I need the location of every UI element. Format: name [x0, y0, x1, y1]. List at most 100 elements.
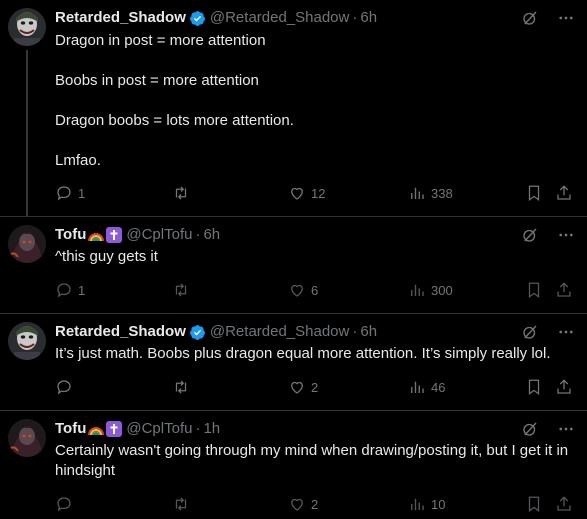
reply-button[interactable]: 1 [55, 183, 85, 203]
cross-emoji-icon [106, 227, 123, 243]
reply-icon [57, 283, 71, 298]
like-button[interactable]: 2 [288, 377, 318, 397]
repost-icon [175, 497, 187, 511]
verified-badge-icon [189, 324, 205, 340]
views-icon [411, 284, 424, 296]
reply-count: 1 [78, 282, 86, 298]
view-count: 46 [431, 379, 446, 395]
dark-character-avatar-image [8, 225, 46, 263]
views-button[interactable]: 46 [408, 377, 445, 397]
views-icon [411, 498, 424, 510]
post-header: Retarded_Shadow @Retarded_Shadow · 6h [55, 8, 575, 28]
repost-button[interactable] [172, 494, 190, 514]
grok-icon[interactable] [521, 9, 539, 27]
like-icon [291, 381, 303, 394]
bookmark-button[interactable] [525, 280, 543, 300]
separator-dot: · [352, 323, 358, 340]
share-button[interactable] [555, 494, 573, 514]
post-time[interactable]: 1h [203, 419, 220, 439]
verified-badge-icon [189, 10, 205, 26]
like-button[interactable]: 6 [288, 280, 318, 300]
grok-icon[interactable] [521, 323, 539, 341]
repost-icon [175, 186, 187, 200]
share-button[interactable] [555, 280, 573, 300]
bookmark-icon [528, 379, 540, 396]
author-name[interactable]: Tofu [55, 419, 86, 439]
post-time[interactable]: 6h [360, 322, 377, 342]
post-4[interactable]: Tofu @CplTofu · 1h Certainly wasn't goin… [0, 411, 587, 519]
bookmark-button[interactable] [525, 494, 543, 514]
cross-emoji-icon [106, 421, 123, 437]
more-options-icon[interactable] [557, 323, 575, 341]
post-text: It’s just math. Boobs plus dragon equal … [55, 345, 551, 362]
share-icon [557, 379, 571, 394]
more-options-icon[interactable] [557, 226, 575, 244]
like-button[interactable]: 12 [288, 183, 325, 203]
repost-button[interactable] [172, 183, 190, 203]
reply-button[interactable] [55, 494, 78, 514]
author-handle[interactable]: @Retarded_Shadow [210, 8, 349, 28]
post-actions: 2 46 [55, 377, 575, 397]
author-handle[interactable]: @CplTofu [126, 225, 192, 245]
like-button[interactable]: 2 [288, 494, 318, 514]
joker-avatar-image [8, 322, 46, 360]
bookmark-icon [528, 282, 540, 299]
views-icon [411, 381, 424, 393]
like-icon [291, 187, 303, 200]
views-button[interactable]: 10 [408, 494, 445, 514]
views-icon [411, 187, 424, 199]
repost-icon [175, 380, 187, 394]
post-text: ^this guy gets it [55, 248, 158, 265]
views-button[interactable]: 338 [408, 183, 453, 203]
post-header: Tofu @CplTofu · 6h [55, 225, 575, 245]
share-icon [557, 496, 571, 511]
rainbow-emoji-icon [88, 233, 105, 242]
post-text: Dragon in post = more attention Boobs in… [55, 32, 294, 169]
author-handle[interactable]: @CplTofu [126, 419, 192, 439]
bookmark-button[interactable] [525, 183, 543, 203]
view-count: 10 [431, 496, 446, 512]
post-time[interactable]: 6h [203, 225, 220, 245]
reply-button[interactable] [55, 377, 78, 397]
post-header: Retarded_Shadow @Retarded_Shadow · 6h [55, 322, 575, 342]
avatar[interactable] [8, 322, 46, 360]
author-name[interactable]: Tofu [55, 225, 86, 245]
avatar[interactable] [8, 419, 46, 457]
grok-icon[interactable] [521, 420, 539, 438]
separator-dot: · [195, 226, 201, 243]
author-name[interactable]: Retarded_Shadow [55, 322, 186, 342]
bookmark-button[interactable] [525, 377, 543, 397]
repost-button[interactable] [172, 280, 190, 300]
repost-button[interactable] [172, 377, 190, 397]
post-actions: 1 6 300 [55, 280, 575, 300]
post-actions: 2 10 [55, 494, 575, 514]
author-name[interactable]: Retarded_Shadow [55, 8, 186, 28]
post-2[interactable]: Tofu @CplTofu · 6h ^this guy gets it 1 6… [0, 217, 587, 314]
avatar[interactable] [8, 225, 46, 263]
more-options-icon[interactable] [557, 9, 575, 27]
views-button[interactable]: 300 [408, 280, 453, 300]
like-icon [291, 284, 303, 297]
post-3[interactable]: Retarded_Shadow @Retarded_Shadow · 6h It… [0, 314, 587, 411]
separator-dot: · [195, 420, 201, 437]
share-icon [557, 282, 571, 297]
share-button[interactable] [555, 377, 573, 397]
view-count: 300 [431, 282, 453, 298]
view-count: 338 [431, 185, 453, 201]
avatar[interactable] [8, 8, 46, 46]
like-count: 12 [311, 185, 326, 201]
post-1[interactable]: Retarded_Shadow @Retarded_Shadow · 6h Dr… [0, 0, 587, 217]
bookmark-icon [528, 496, 540, 513]
like-count: 2 [311, 496, 319, 512]
reply-button[interactable]: 1 [55, 280, 85, 300]
grok-icon[interactable] [521, 226, 539, 244]
author-handle[interactable]: @Retarded_Shadow [210, 322, 349, 342]
reply-count: 1 [78, 185, 86, 201]
like-count: 2 [311, 379, 319, 395]
repost-icon [175, 283, 187, 297]
more-options-icon[interactable] [557, 420, 575, 438]
like-count: 6 [311, 282, 319, 298]
share-button[interactable] [555, 183, 573, 203]
share-icon [557, 185, 571, 200]
post-time[interactable]: 6h [360, 8, 377, 28]
